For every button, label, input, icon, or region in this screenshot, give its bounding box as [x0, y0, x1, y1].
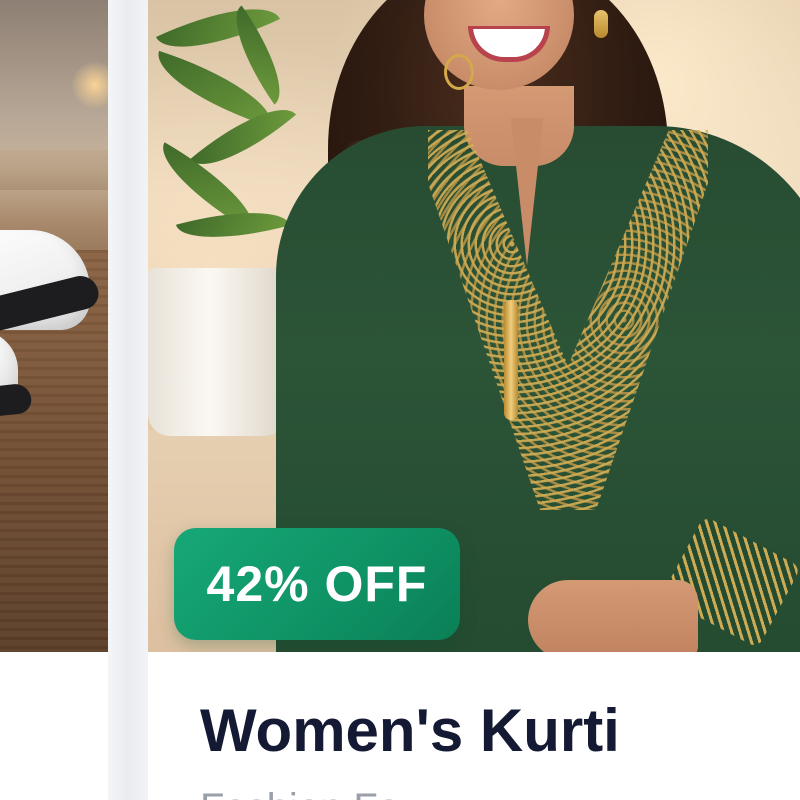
- product-image-sneakers[interactable]: [0, 0, 108, 652]
- card-gutter: [108, 0, 148, 800]
- sneaker-shape-second: [0, 330, 33, 440]
- background-shelf: [0, 150, 108, 190]
- discount-badge-label: 42% OFF: [206, 556, 428, 612]
- kurti-placket: [504, 300, 518, 420]
- product-category: Fashion Fa: [200, 786, 400, 800]
- product-card[interactable]: 42% OFF Women's Kurti Fashion Fa: [148, 0, 800, 800]
- product-title[interactable]: Women's Kurti: [200, 696, 620, 765]
- product-grid: 42% OFF Women's Kurti Fashion Fa: [0, 0, 800, 800]
- earring-hoop: [444, 54, 474, 90]
- background-lamp-glow: [72, 62, 108, 108]
- product-card-previous[interactable]: [0, 0, 108, 800]
- product-image[interactable]: 42% OFF: [148, 0, 800, 652]
- product-info: Women's Kurti Fashion Fa: [148, 652, 800, 800]
- plant-pot: [148, 268, 286, 436]
- model-hand: [528, 580, 698, 652]
- discount-badge: 42% OFF: [174, 528, 460, 640]
- earring-drop: [594, 10, 608, 38]
